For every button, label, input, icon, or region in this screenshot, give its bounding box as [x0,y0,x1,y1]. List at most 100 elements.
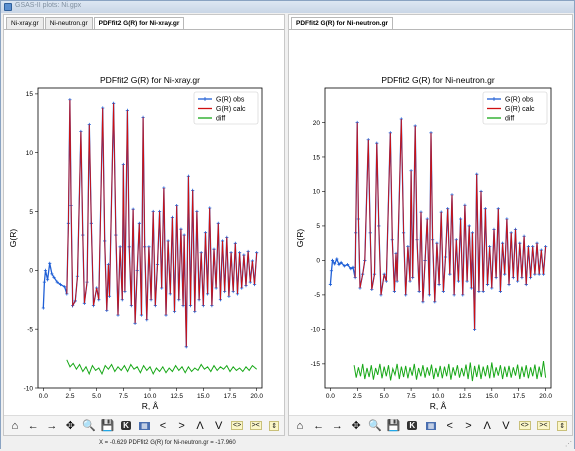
home-button[interactable]: ⌂ [291,418,309,434]
subplot-config-icon: ▦ [139,421,150,430]
forward-arrow-button[interactable]: → [43,418,61,434]
y-tick-label: 5 [29,209,33,216]
contract-x-button[interactable]: >< [535,418,553,434]
obs-series-line [329,118,547,330]
zoom-button[interactable]: 🔍 [80,418,98,434]
y-tick-label: 5 [316,223,320,230]
back-arrow-button[interactable]: ← [310,418,328,434]
window-titlebar[interactable]: GSAS-II plots: Ni.gpx [1,1,574,13]
y-tick-label: -5 [27,326,33,333]
y-tick-label: -10 [311,327,321,334]
shift-up-icon: Λ [196,419,204,432]
y-tick-label: 0 [316,258,320,265]
shift-down-button[interactable]: V [210,418,228,434]
tab-ni-neutron[interactable]: Ni-neutron.gr [44,17,93,29]
shift-left-button[interactable]: < [154,418,172,434]
contract-x-icon: >< [537,421,550,430]
home-icon: ⌂ [11,419,19,432]
expand-y-button[interactable]: ⇕ [265,418,283,434]
app-icon [4,3,12,11]
x-tick-label: 17.5 [224,393,237,400]
shift-right-button[interactable]: > [460,418,478,434]
pan-button[interactable]: ✥ [347,418,365,434]
save-button[interactable]: 💾 [99,418,117,434]
obs-point [48,261,52,265]
x-tick-label: 20.0 [250,393,263,400]
x-axis-label: R, Å [430,401,447,411]
forward-arrow-icon: → [46,419,58,432]
shift-down-icon: V [502,419,510,432]
expand-x-button[interactable]: <> [228,418,246,434]
home-button[interactable]: ⌂ [6,418,24,434]
contract-x-button[interactable]: >< [247,418,265,434]
obs-point [43,268,48,272]
xray-chart[interactable]: PDFfit2 G(R) for Ni-xray.gr 0.0 2.5 5.0 7.5 1… [4,31,286,415]
obs-point [42,280,46,284]
y-tick-label: 15 [313,154,321,161]
legend-label: diff [505,115,514,122]
zoom-icon: 🔍 [367,420,382,432]
x-axis-label: R, Å [142,401,159,411]
shift-up-button[interactable]: Λ [478,418,496,434]
key-icon: K [407,421,418,430]
shift-down-button[interactable]: V [497,418,515,434]
tab-divider [4,29,284,30]
y-tick-label: -5 [314,292,320,299]
tab-divider [289,29,572,30]
left-tab-bar: Ni-xray.gr Ni-neutron.gr PDFfit2 G(R) fo… [6,17,185,29]
right-plot-pane: PDFfit2 G(R) for Ni-neutron.gr PDFfit2 G… [288,14,573,436]
x-tick-label: 7.5 [119,393,128,400]
left-plot-toolbar: ⌂ ← → ✥ 🔍 💾 K ▦ < > Λ V <> >< ⇕ [4,415,284,435]
y-tick-label: -10 [24,385,34,392]
calc-series-line [66,99,258,347]
diff-series-line [66,359,258,376]
y-axis-label: G(R) [295,229,305,248]
pan-button[interactable]: ✥ [62,418,80,434]
y-tick-label: 10 [26,150,34,157]
contract-x-icon: >< [249,421,262,430]
x-tick-label: 0.0 [326,393,335,400]
subplot-config-icon: ▦ [425,421,437,430]
resize-grip-icon[interactable]: ⋰ [565,439,572,451]
expand-x-button[interactable]: <> [516,418,534,434]
x-tick-label: 20.0 [539,393,552,400]
chart-title: PDFfit2 G(R) for Ni-xray.gr [100,75,200,85]
shift-right-button[interactable]: > [173,418,191,434]
back-arrow-button[interactable]: ← [25,418,43,434]
window-title: GSAS-II plots: Ni.gpx [15,2,82,9]
obs-point [41,306,45,310]
shift-up-button[interactable]: Λ [191,418,209,434]
expand-x-icon: <> [231,421,244,430]
save-button[interactable]: 💾 [385,418,403,434]
key-button[interactable]: K [403,418,421,434]
left-plot-pane: Ni-xray.gr Ni-neutron.gr PDFfit2 G(R) fo… [3,14,285,436]
shift-left-icon: < [159,419,167,432]
obs-point [46,278,50,282]
save-icon: 💾 [386,420,401,432]
legend-label: diff [216,115,225,122]
key-button[interactable]: K [117,418,135,434]
right-tab-bar: PDFfit2 G(R) for Ni-neutron.gr [291,17,394,29]
x-tick-label: 7.5 [407,393,416,400]
cursor-readout: X = -0.629 PDFfit2 G(R) for Ni-neutron.g… [99,440,236,446]
calc-series-line [354,118,547,330]
subplot-config-button[interactable]: ▦ [136,418,154,434]
forward-arrow-button[interactable]: → [328,418,346,434]
expand-x-icon: <> [518,421,531,430]
y-tick-label: 20 [313,120,321,127]
zoom-button[interactable]: 🔍 [366,418,384,434]
x-tick-label: 10.0 [432,393,445,400]
shift-left-button[interactable]: < [441,418,459,434]
shift-left-icon: < [446,419,453,432]
obs-series-line [42,99,258,347]
y-tick-label: 15 [26,91,34,98]
tab-ni-xray[interactable]: Ni-xray.gr [6,17,44,29]
tab-pdffit2-xray[interactable]: PDFfit2 G(R) for Ni-xray.gr [93,17,185,29]
neutron-chart[interactable]: PDFfit2 G(R) for Ni-neutron.gr 0.0 2.5 5.0 7… [289,31,574,415]
subplot-config-button[interactable]: ▦ [422,418,440,434]
status-bar: X = -0.629 PDFfit2 G(R) for Ni-neutron.g… [1,437,574,449]
tab-pdffit2-neutron[interactable]: PDFfit2 G(R) for Ni-neutron.gr [291,17,394,29]
y-axis-label: G(R) [8,229,18,248]
expand-y-button[interactable]: ⇕ [553,418,571,434]
forward-arrow-icon: → [331,419,343,432]
